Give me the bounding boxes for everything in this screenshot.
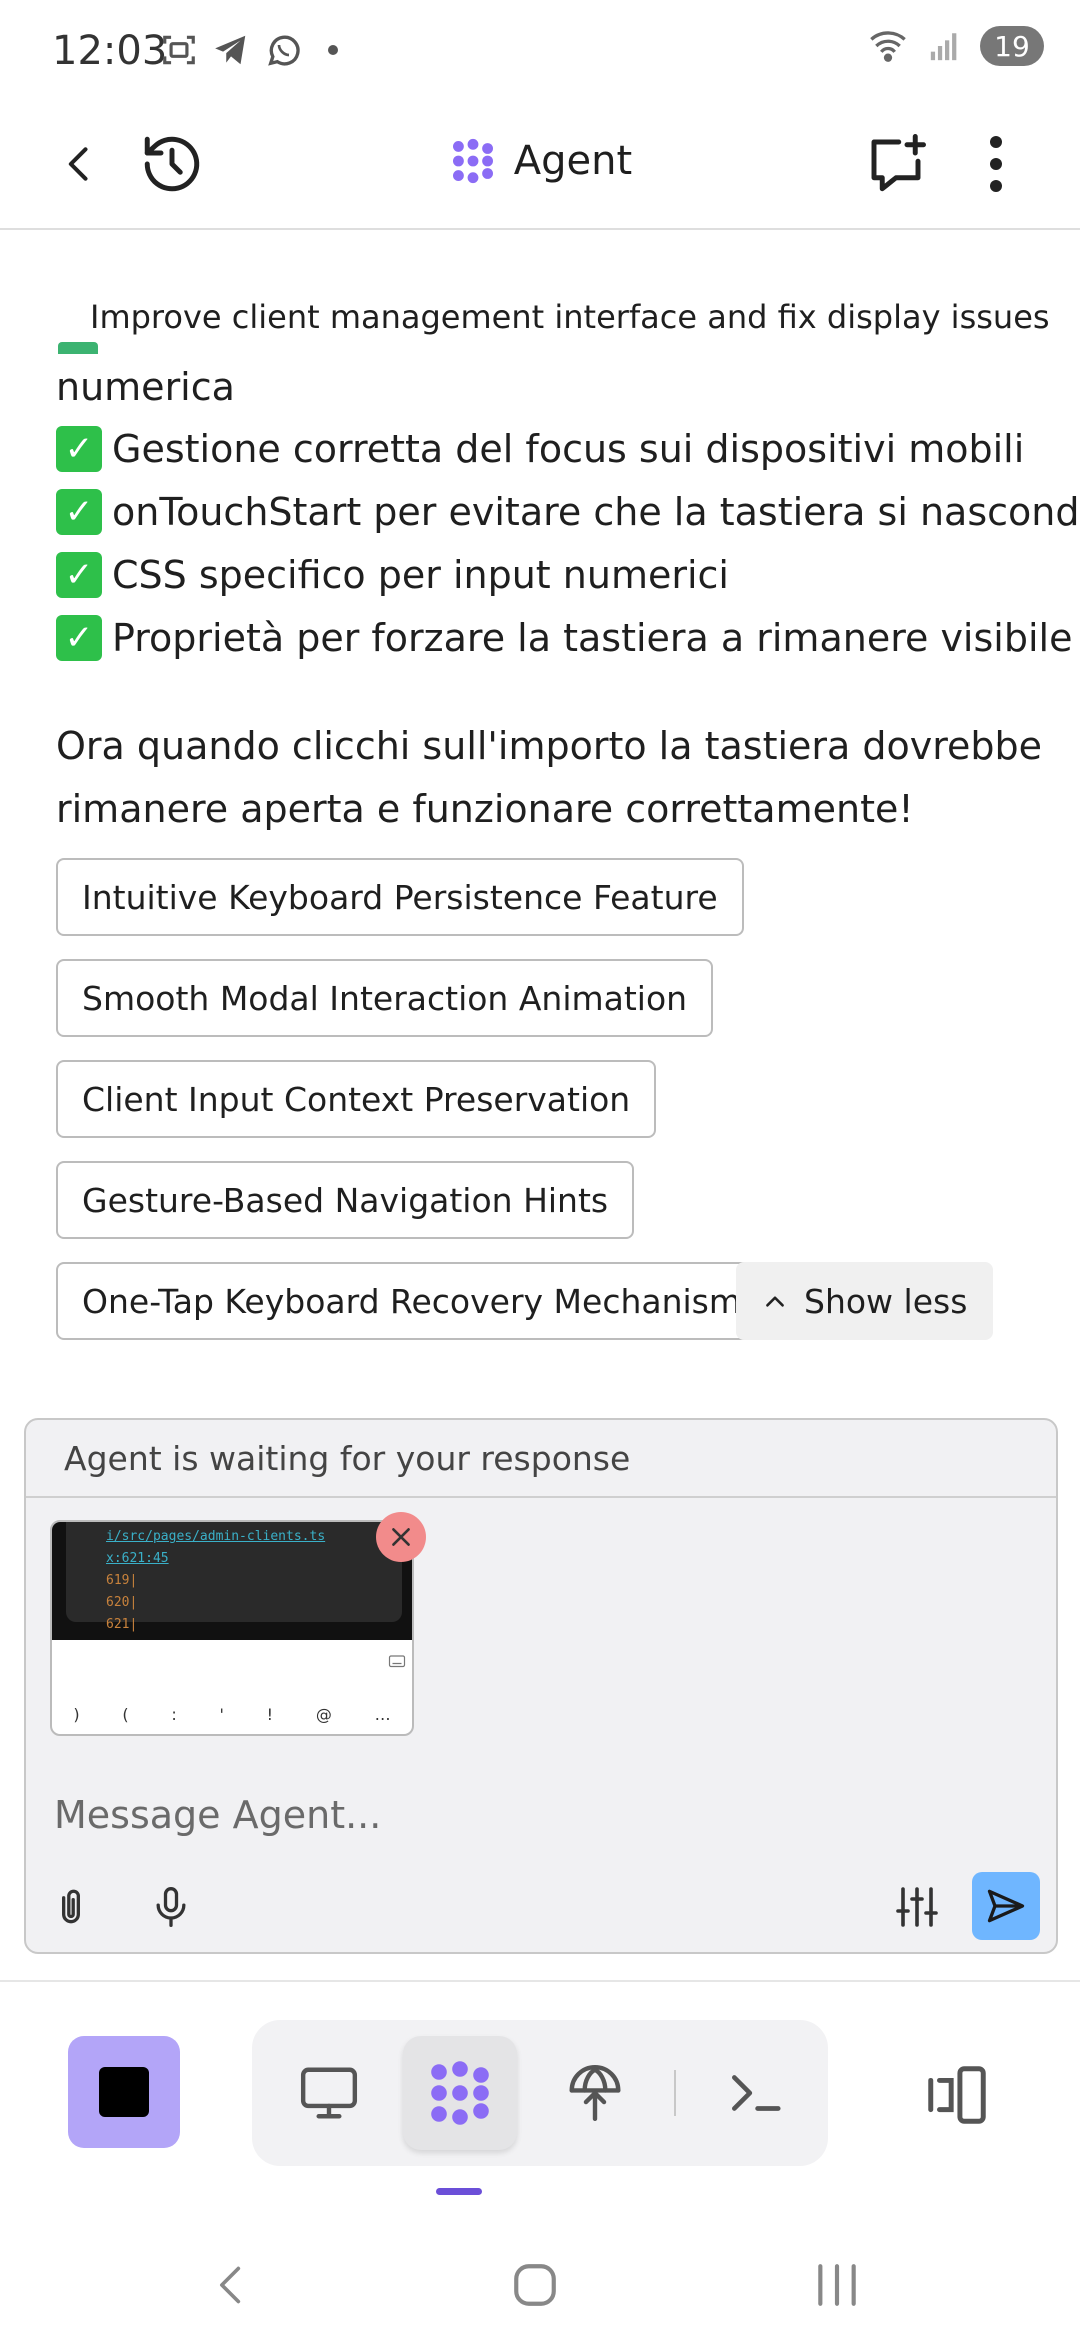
split-view-icon <box>928 2066 986 2124</box>
message-input[interactable] <box>54 1780 954 1850</box>
whatsapp-icon <box>268 35 300 66</box>
microphone-icon <box>156 1887 186 1927</box>
conclusion-line-2: rimanere aperta e funzionare correttamen… <box>56 787 914 831</box>
telegram-icon <box>215 35 246 65</box>
check-mark-icon: ✓ <box>56 552 102 598</box>
system-navigation-bar <box>0 2220 1080 2340</box>
checklist-item: ✓ CSS specifico per input numerici <box>56 552 729 598</box>
chevron-up-icon <box>766 1296 784 1307</box>
toolbar-separator <box>674 2070 676 2116</box>
paperclip-icon <box>62 1889 80 1924</box>
status-bar: 12:03 19 <box>0 0 1080 100</box>
app-header: Agent <box>0 100 1080 230</box>
layout-toggle-button[interactable] <box>912 2040 1002 2150</box>
desktop-tab[interactable] <box>272 2036 386 2150</box>
close-icon <box>392 1528 410 1546</box>
suggestion-chip[interactable]: One-Tap Keyboard Recovery Mechanism <box>56 1262 768 1340</box>
keyboard-icon <box>388 1655 406 1668</box>
suggestion-chip[interactable]: Client Input Context Preservation <box>56 1060 657 1138</box>
system-recents-button[interactable] <box>792 2240 882 2330</box>
suggestion-chip[interactable]: Smooth Modal Interaction Animation <box>56 959 714 1037</box>
stop-icon <box>99 2067 149 2117</box>
home-icon <box>514 2264 556 2306</box>
agent-icon <box>431 2061 489 2125</box>
thumbnail-code: i/src/pages/admin-clients.ts x:621:45 61… <box>106 1529 326 1632</box>
system-back-button[interactable] <box>186 2240 276 2330</box>
signal-icon <box>930 33 957 61</box>
more-vertical-icon <box>990 136 1002 192</box>
screenshot-icon <box>163 35 195 65</box>
message-composer: Agent is waiting for your response i/src… <box>24 1418 1058 1954</box>
checklist-item: ✓ Gestione corretta del focus sui dispos… <box>56 426 1024 472</box>
sliders-icon <box>896 1887 938 1927</box>
suggestion-chip[interactable]: Intuitive Keyboard Persistence Feature <box>56 858 744 936</box>
checklist-text: Proprietà per forzare la tastiera a rima… <box>112 616 1073 660</box>
agent-tab[interactable] <box>403 2036 517 2150</box>
checklist-item: ✓ onTouchStart per evitare che la tastie… <box>56 489 1080 535</box>
checklist-item: ✓ Proprietà per forzare la tastiera a ri… <box>56 615 1072 661</box>
attach-button[interactable] <box>36 1872 106 1942</box>
new-chat-icon <box>871 134 926 192</box>
deploy-icon <box>569 2065 621 2122</box>
divider <box>0 1980 1080 1982</box>
send-icon <box>987 1889 1025 1923</box>
new-chat-button[interactable] <box>856 124 936 204</box>
text-numerica: numerica <box>56 365 235 409</box>
checklist-text: CSS specifico per input numerici <box>112 553 729 597</box>
wifi-icon <box>870 31 906 62</box>
settings-adjust-button[interactable] <box>882 1872 952 1942</box>
desktop-icon <box>300 2067 358 2119</box>
active-tab-indicator <box>436 2188 482 2195</box>
checklist-text: onTouchStart per evitare che la tastiera… <box>112 490 1080 534</box>
conclusion-line-1: Ora quando clicchi sull'importo la tasti… <box>56 724 1043 768</box>
dot-icon <box>328 45 338 55</box>
workspace-toolbar <box>252 2020 828 2166</box>
show-less-button[interactable]: Show less <box>736 1262 994 1340</box>
chevron-left-icon <box>220 2266 241 2304</box>
status-time: 12:03 <box>52 28 168 74</box>
status-notification-icons <box>160 30 338 70</box>
show-less-label: Show less <box>804 1281 968 1321</box>
check-mark-icon: ✓ <box>56 615 102 661</box>
send-button[interactable] <box>972 1872 1040 1940</box>
check-mark-icon: ✓ <box>56 426 102 472</box>
recents-icon <box>818 2264 856 2306</box>
status-system-icons: 19 <box>866 26 1044 66</box>
more-options-button[interactable] <box>956 124 1036 204</box>
check-mark-icon: ✓ <box>56 489 102 535</box>
system-home-button[interactable] <box>490 2240 580 2330</box>
checklist-text: Gestione corretta del focus sui disposit… <box>112 427 1025 471</box>
remove-attachment-button[interactable] <box>376 1512 426 1562</box>
terminal-icon <box>732 2075 781 2111</box>
voice-input-button[interactable] <box>136 1872 206 1942</box>
attachment-thumbnail[interactable]: i/src/pages/admin-clients.ts x:621:45 61… <box>50 1520 414 1736</box>
battery-indicator: 19 <box>980 26 1044 66</box>
sticky-task-title: Improve client management interface and … <box>90 298 1050 336</box>
page-title: Agent <box>513 138 633 184</box>
terminal-tab[interactable] <box>698 2036 812 2150</box>
thumbnail-keyboard-row: ) ( : ' ! @ … <box>73 1705 391 1724</box>
clipped-line <box>56 340 1046 354</box>
suggestion-chip[interactable]: Gesture-Based Navigation Hints <box>56 1161 635 1239</box>
stop-agent-button[interactable] <box>68 2036 180 2148</box>
agent-logo-icon <box>452 138 493 184</box>
deploy-tab[interactable] <box>538 2036 652 2150</box>
agent-status-text: Agent is waiting for your response <box>26 1420 1056 1498</box>
